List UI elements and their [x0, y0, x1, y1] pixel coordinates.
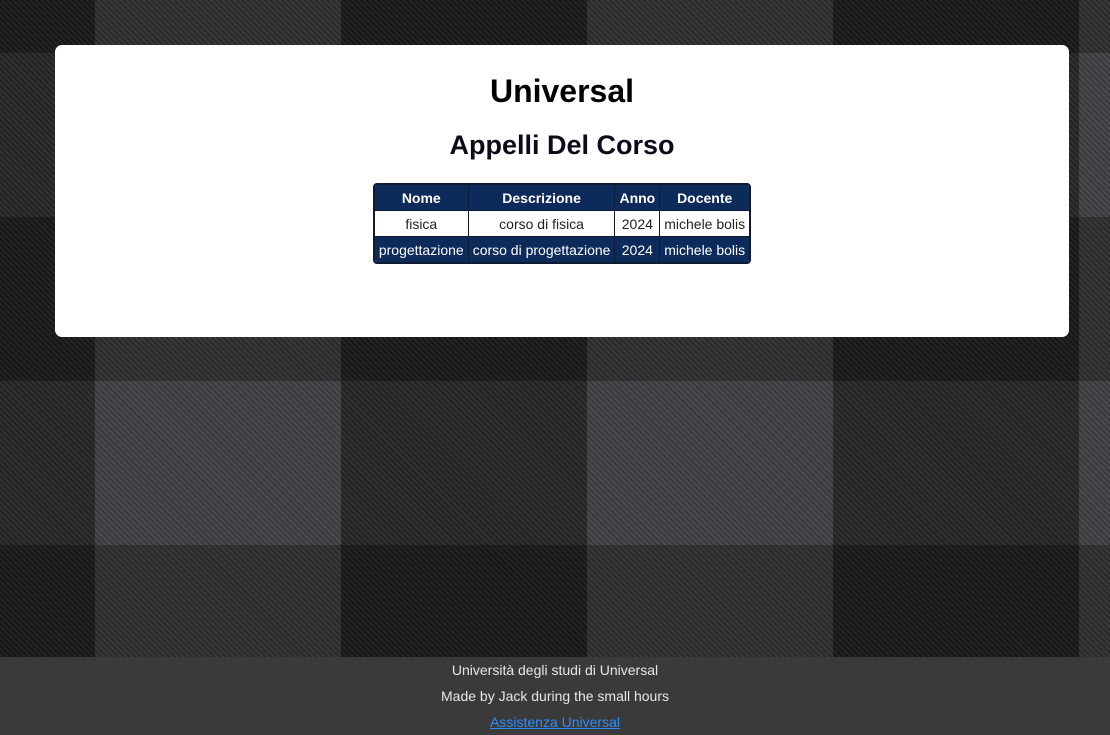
- cell-anno: 2024: [615, 211, 661, 237]
- cell-nome: fisica: [374, 211, 469, 237]
- footer-university: Università degli studi di Universal: [451, 662, 659, 678]
- cell-descrizione: corso di fisica: [468, 211, 616, 237]
- page-title: Appelli Del Corso: [449, 130, 675, 160]
- main-card: Universal Appelli Del Corso Nome Descriz…: [55, 45, 1069, 337]
- footer-link-row: Assistenza Universal: [0, 709, 1110, 735]
- table-container: Nome Descrizione Anno Docente fisica cor…: [55, 183, 1069, 264]
- cell-descrizione: corso di progettazione: [468, 237, 616, 262]
- cell-docente: michele bolis: [660, 211, 750, 237]
- cell-nome: progettazione: [374, 237, 469, 262]
- footer-credits: Made by Jack during the small hours: [441, 688, 669, 704]
- site-title: Universal: [489, 73, 635, 109]
- table-row: fisica corso di fisica 2024 michele boli…: [374, 211, 750, 237]
- column-header-nome: Nome: [374, 185, 469, 211]
- cell-anno: 2024: [615, 237, 661, 262]
- column-header-descrizione: Descrizione: [468, 185, 616, 211]
- column-header-anno: Anno: [615, 185, 661, 211]
- appelli-table: Nome Descrizione Anno Docente fisica cor…: [372, 183, 752, 264]
- support-link[interactable]: Assistenza Universal: [490, 714, 620, 730]
- table-row: progettazione corso di progettazione 202…: [374, 237, 750, 262]
- cell-docente: michele bolis: [660, 237, 750, 262]
- column-header-docente: Docente: [660, 185, 750, 211]
- table-header-row: Nome Descrizione Anno Docente: [374, 185, 750, 211]
- page-footer: Università degli studi di Universal Made…: [0, 657, 1110, 735]
